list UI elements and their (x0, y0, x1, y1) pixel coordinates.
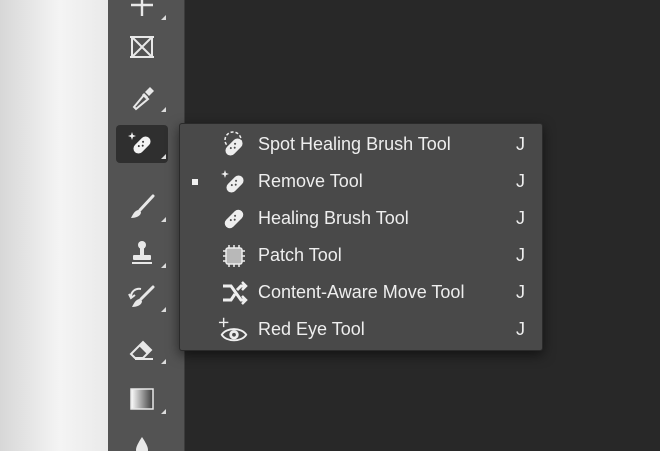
healing-brush-icon (218, 203, 250, 235)
patch-tool-icon (218, 240, 250, 272)
menu-item-label: Patch Tool (258, 245, 342, 265)
tool-group-indicator (161, 359, 166, 364)
history-brush-tool-icon[interactable] (116, 278, 168, 316)
menu-item-shortcut: J (516, 282, 525, 302)
selected-indicator (192, 178, 198, 185)
menu-item-red-eye-tool[interactable]: Red Eye Tool J (180, 311, 542, 348)
clone-stamp-tool-icon[interactable] (116, 234, 168, 272)
menu-item-shortcut: J (516, 319, 525, 339)
move-tool-icon[interactable] (116, 0, 168, 24)
menu-item-spot-healing-brush-tool[interactable]: Spot Healing Brush Tool J (180, 126, 542, 163)
menu-item-label: Red Eye Tool (258, 319, 365, 339)
menu-item-remove-tool[interactable]: Remove Tool J (180, 163, 542, 200)
remove-tool-icon (218, 166, 250, 198)
menu-item-shortcut: J (516, 171, 525, 191)
menu-item-label: Healing Brush Tool (258, 208, 409, 228)
tool-group-indicator (161, 107, 166, 112)
frame-tool-icon[interactable] (116, 28, 168, 66)
eyedropper-tool-icon[interactable] (116, 78, 168, 116)
gradient-tool-icon[interactable] (116, 380, 168, 418)
menu-item-label: Remove Tool (258, 171, 363, 191)
tool-group-indicator (161, 154, 166, 159)
eraser-tool-icon[interactable] (116, 330, 168, 368)
menu-item-shortcut: J (516, 134, 525, 154)
menu-item-label: Spot Healing Brush Tool (258, 134, 451, 154)
healing-tools-flyout-menu: Spot Healing Brush Tool J Remove Tool J (179, 123, 543, 351)
menu-item-healing-brush-tool[interactable]: Healing Brush Tool J (180, 200, 542, 237)
content-aware-move-icon (218, 277, 250, 309)
tool-group-indicator (161, 409, 166, 414)
tool-group-indicator (161, 15, 166, 20)
menu-item-content-aware-move-tool[interactable]: Content-Aware Move Tool J (180, 274, 542, 311)
tool-group-indicator (161, 307, 166, 312)
brush-tool-icon[interactable] (116, 188, 168, 226)
tool-group-indicator (161, 217, 166, 222)
menu-item-patch-tool[interactable]: Patch Tool J (180, 237, 542, 274)
red-eye-tool-icon (218, 314, 250, 346)
menu-item-shortcut: J (516, 245, 525, 265)
background-panel (0, 0, 108, 451)
healing-tools-icon[interactable] (116, 125, 168, 163)
tool-group-indicator (161, 263, 166, 268)
menu-item-shortcut: J (516, 208, 525, 228)
photoshop-window: Spot Healing Brush Tool J Remove Tool J (0, 0, 660, 451)
spot-healing-brush-icon (218, 129, 250, 161)
menu-item-label: Content-Aware Move Tool (258, 282, 465, 302)
blur-tool-icon[interactable] (116, 428, 168, 451)
